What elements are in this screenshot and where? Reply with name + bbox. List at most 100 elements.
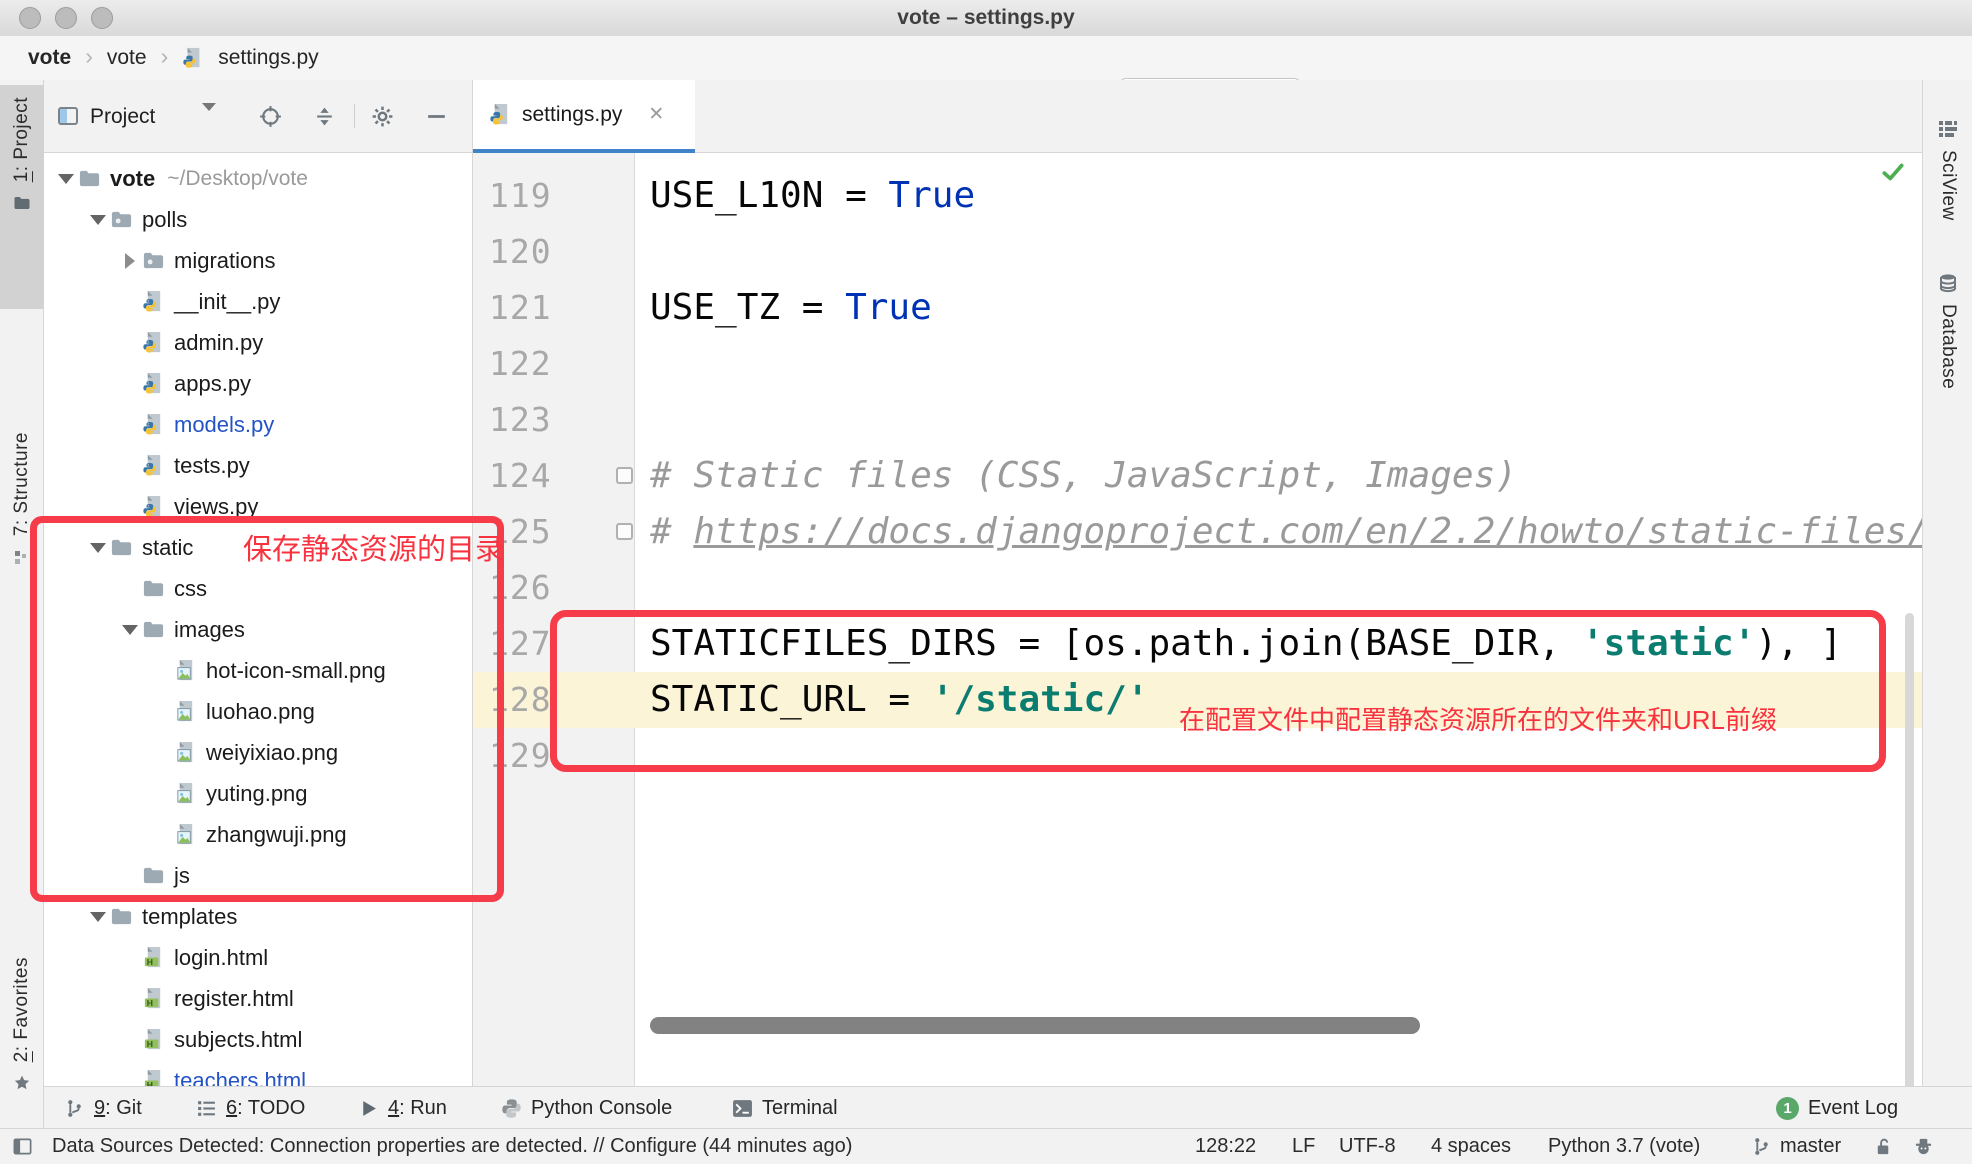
py-icon bbox=[142, 454, 174, 478]
folder-icon bbox=[110, 905, 142, 929]
interpreter-indicator[interactable]: Python 3.7 (vote) bbox=[1548, 1129, 1700, 1164]
line-number[interactable]: 125 bbox=[489, 504, 552, 560]
encoding-indicator[interactable]: UTF-8 bbox=[1339, 1129, 1396, 1164]
tree-item-login.html[interactable]: Hlogin.html bbox=[44, 937, 472, 978]
tree-item-luohao.png[interactable]: luohao.png bbox=[44, 691, 472, 732]
tree-item-admin.py[interactable]: admin.py bbox=[44, 322, 472, 363]
caret-position[interactable]: 128:22 bbox=[1195, 1129, 1256, 1164]
status-message[interactable]: Data Sources Detected: Connection proper… bbox=[52, 1129, 852, 1164]
chevron-down-icon[interactable] bbox=[194, 111, 216, 129]
line-number[interactable]: 121 bbox=[489, 280, 552, 336]
tree-item-weiyixiao.png[interactable]: weiyixiao.png bbox=[44, 732, 472, 773]
editor[interactable]: 119USE_L10N = True120121USE_TZ = True122… bbox=[473, 153, 1922, 1086]
event-count-badge: 1 bbox=[1776, 1097, 1799, 1120]
collapse-all-button[interactable] bbox=[312, 104, 337, 134]
tree-item-subjects.html[interactable]: Hsubjects.html bbox=[44, 1019, 472, 1060]
code-line-124[interactable]: 124# Static files (CSS, JavaScript, Imag… bbox=[473, 448, 1922, 504]
code-line-120[interactable]: 120 bbox=[473, 224, 1922, 280]
line-number[interactable]: 119 bbox=[489, 168, 552, 224]
indent-indicator[interactable]: 4 spaces bbox=[1431, 1129, 1511, 1164]
tree-item-hot-icon-small.png[interactable]: hot-icon-small.png bbox=[44, 650, 472, 691]
gear-icon[interactable] bbox=[370, 104, 395, 134]
line-number[interactable]: 127 bbox=[489, 616, 552, 672]
horizontal-scrollbar[interactable] bbox=[650, 1017, 1420, 1034]
project-panel-title[interactable]: Project bbox=[90, 80, 155, 153]
vertical-scrollbar[interactable] bbox=[1905, 613, 1914, 1086]
tree-item-migrations[interactable]: migrations bbox=[44, 240, 472, 281]
code-line-119[interactable]: 119USE_L10N = True bbox=[473, 168, 1922, 224]
event-log-button[interactable]: 1 Event Log bbox=[1776, 1087, 1898, 1129]
code-line-127[interactable]: 127STATICFILES_DIRS = [os.path.join(BASE… bbox=[473, 616, 1922, 672]
code-line-122[interactable]: 122 bbox=[473, 336, 1922, 392]
breadcrumb-project[interactable]: vote bbox=[28, 46, 71, 70]
tool-window-button--todo[interactable]: 6: TODO bbox=[196, 1087, 305, 1129]
chevron-right-icon[interactable] bbox=[118, 253, 142, 269]
code-line-123[interactable]: 123 bbox=[473, 392, 1922, 448]
tree-item-models.py[interactable]: models.py bbox=[44, 404, 472, 445]
tree-item-css[interactable]: css bbox=[44, 568, 472, 609]
inspection-ok-icon[interactable] bbox=[1880, 159, 1906, 190]
stripe-button-sciview[interactable]: SciView bbox=[1926, 118, 1970, 221]
tree-item-register.html[interactable]: Hregister.html bbox=[44, 978, 472, 1019]
line-number[interactable]: 129 bbox=[489, 728, 552, 784]
breadcrumb-file[interactable]: settings.py bbox=[218, 46, 318, 70]
tree-item-apps.py[interactable]: apps.py bbox=[44, 363, 472, 404]
tree-item-zhangwuji.png[interactable]: zhangwuji.png bbox=[44, 814, 472, 855]
fold-marker-icon[interactable] bbox=[616, 467, 633, 484]
chevron-down-icon[interactable] bbox=[118, 625, 142, 635]
tool-window-button--run[interactable]: 4: Run bbox=[358, 1087, 447, 1129]
svg-text:H: H bbox=[147, 1039, 153, 1049]
stripe-button--favorites[interactable]: 2: Favorites bbox=[0, 945, 44, 1157]
line-ending-indicator[interactable]: LF bbox=[1292, 1129, 1315, 1164]
tree-item-__init__.py[interactable]: __init__.py bbox=[44, 281, 472, 322]
tree-item-images[interactable]: images bbox=[44, 609, 472, 650]
line-number[interactable]: 124 bbox=[489, 448, 552, 504]
python-file-icon bbox=[182, 47, 204, 69]
fold-marker-icon[interactable] bbox=[616, 523, 633, 540]
chevron-down-icon[interactable] bbox=[54, 174, 78, 184]
tree-item-polls[interactable]: polls bbox=[44, 199, 472, 240]
code-line-121[interactable]: 121USE_TZ = True bbox=[473, 280, 1922, 336]
tool-window-button-terminal[interactable]: Terminal bbox=[732, 1087, 838, 1129]
inspector-hector-icon[interactable] bbox=[1913, 1129, 1934, 1164]
line-number[interactable]: 128 bbox=[489, 672, 552, 728]
tree-item-vote[interactable]: vote~/Desktop/vote bbox=[44, 158, 472, 199]
line-number[interactable]: 126 bbox=[489, 560, 552, 616]
star-icon bbox=[13, 1074, 31, 1092]
chevron-down-icon[interactable] bbox=[86, 543, 110, 553]
tool-window-toggle-icon[interactable] bbox=[12, 1129, 33, 1164]
stripe-button--project[interactable]: 1: Project bbox=[0, 85, 44, 309]
tree-item-views.py[interactable]: views.py bbox=[44, 486, 472, 527]
stripe-button-database[interactable]: Database bbox=[1926, 272, 1970, 389]
code-line-128[interactable]: 128STATIC_URL = '/static/' bbox=[473, 672, 1922, 728]
terminal-icon bbox=[732, 1098, 753, 1119]
project-path: ~/Desktop/vote bbox=[167, 167, 308, 191]
tree-item-yuting.png[interactable]: yuting.png bbox=[44, 773, 472, 814]
code-line-125[interactable]: 125# https://docs.djangoproject.com/en/2… bbox=[473, 504, 1922, 560]
chevron-down-icon[interactable] bbox=[86, 215, 110, 225]
close-tab-icon[interactable]: ✕ bbox=[648, 103, 664, 126]
tree-item-tests.py[interactable]: tests.py bbox=[44, 445, 472, 486]
stripe-button--structure[interactable]: 7: Structure bbox=[0, 420, 44, 682]
locate-file-button[interactable] bbox=[258, 104, 283, 134]
line-number[interactable]: 120 bbox=[489, 224, 552, 280]
hide-panel-button[interactable] bbox=[424, 104, 449, 134]
breadcrumb-package[interactable]: vote bbox=[107, 46, 147, 70]
chevron-down-icon[interactable] bbox=[86, 912, 110, 922]
lock-icon[interactable] bbox=[1873, 1129, 1894, 1164]
line-number[interactable]: 122 bbox=[489, 336, 552, 392]
tool-window-button--git[interactable]: 9: Git bbox=[64, 1087, 142, 1129]
tree-item-js[interactable]: js bbox=[44, 855, 472, 896]
img-icon bbox=[174, 823, 206, 847]
code-line-129[interactable]: 129 bbox=[473, 728, 1922, 784]
tree-item-static[interactable]: static bbox=[44, 527, 472, 568]
code-line-126[interactable]: 126 bbox=[473, 560, 1922, 616]
git-branch-indicator[interactable]: master bbox=[1751, 1129, 1841, 1164]
tree-item-teachers.html[interactable]: Hteachers.html bbox=[44, 1060, 472, 1086]
event-log-label: Event Log bbox=[1808, 1097, 1898, 1120]
line-number[interactable]: 123 bbox=[489, 392, 552, 448]
tool-window-button-python-console[interactable]: Python Console bbox=[501, 1087, 672, 1129]
tree-item-templates[interactable]: templates bbox=[44, 896, 472, 937]
tab-settings-py[interactable]: settings.py ✕ bbox=[473, 80, 695, 153]
project-tree: vote~/Desktop/votepollsmigrations__init_… bbox=[44, 153, 473, 1086]
